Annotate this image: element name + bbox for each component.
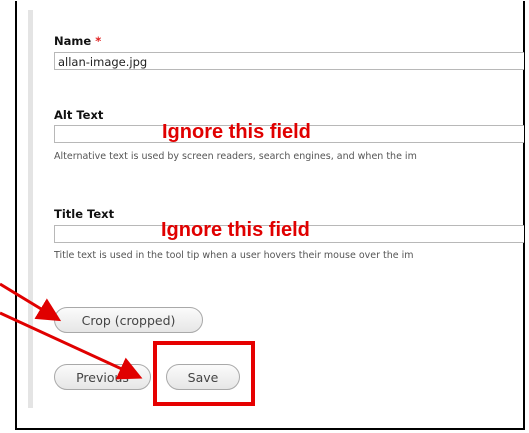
annotation-arrows (0, 282, 143, 380)
arrow-to-crop (0, 282, 62, 322)
arrow-to-previous (0, 311, 143, 380)
